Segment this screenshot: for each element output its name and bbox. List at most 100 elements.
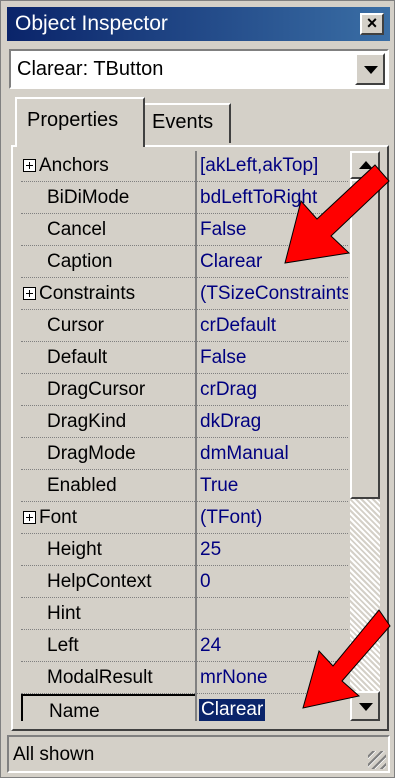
property-value: (TFont) [200,507,263,528]
property-name-cell[interactable]: Left [21,630,195,662]
status-text: All shown [13,744,95,765]
property-name: HelpContext [47,571,152,592]
plus-box-icon[interactable] [23,159,36,172]
property-row[interactable]: Left 24 [21,630,348,663]
property-name: DragKind [47,411,127,432]
property-value-cell[interactable]: True [197,470,348,502]
scroll-up-button[interactable] [350,151,380,179]
chevron-down-icon [364,66,378,74]
property-value: (TSizeConstraints) [200,283,348,304]
property-value-cell[interactable]: False [197,214,348,246]
property-name-cell[interactable]: Default [21,342,195,374]
property-value: mrNone [200,667,268,688]
property-name-cell[interactable]: Name [21,694,195,721]
property-name-cell[interactable]: BiDiMode [21,182,195,214]
property-value-cell[interactable]: dkDrag [197,406,348,438]
property-name: Name [49,701,100,721]
property-value-cell[interactable]: (TSizeConstraints) [197,278,348,310]
property-row[interactable]: DragCursor crDrag [21,374,348,407]
property-value-cell[interactable]: Clarear [197,246,348,278]
property-row[interactable]: Enabled True [21,470,348,503]
chevron-up-icon [359,161,373,169]
property-name: BiDiMode [47,187,130,208]
property-name: DragMode [47,443,136,464]
property-row[interactable]: HelpContext 0 [21,566,348,599]
chevron-down-icon [359,703,373,711]
title-bar[interactable]: Object Inspector × [7,7,390,41]
property-row[interactable]: ModalResult mrNone [21,662,348,695]
property-value: False [200,219,247,240]
property-name-cell[interactable]: Cancel [21,214,195,246]
property-row[interactable]: Cursor crDefault [21,310,348,343]
property-name-cell[interactable]: Hint [21,598,195,630]
name-value-dropdown-button[interactable] [350,691,380,721]
property-row[interactable]: Name Clarear [21,694,348,721]
property-name-cell[interactable]: HelpContext [21,566,195,598]
property-value-cell[interactable] [197,598,348,630]
plus-box-icon[interactable] [23,287,36,300]
property-value-editor[interactable]: Clarear [197,694,348,721]
property-name-cell[interactable]: Enabled [21,470,195,502]
component-selector-value: Clarear: TButton [17,58,164,80]
property-value: Clarear [200,251,263,272]
property-value-cell[interactable]: False [197,342,348,374]
property-name-cell[interactable]: Constraints [21,278,195,310]
property-name: DragCursor [47,379,146,400]
property-value-cell[interactable]: 0 [197,566,348,598]
property-value-cell[interactable]: dmManual [197,438,348,470]
property-value-cell[interactable]: (TFont) [197,502,348,534]
property-name: Cursor [47,315,105,336]
property-name-cell[interactable]: Font [21,502,195,534]
property-value-cell[interactable]: [akLeft,akTop] [197,151,348,182]
property-value: [akLeft,akTop] [200,155,319,176]
property-name: Default [47,347,108,368]
property-value-cell[interactable]: crDefault [197,310,348,342]
property-row[interactable]: DragKind dkDrag [21,406,348,439]
property-value-cell[interactable]: bdLeftToRight [197,182,348,214]
property-value: dkDrag [200,411,262,432]
property-row[interactable]: Anchors [akLeft,akTop] [21,151,348,183]
property-value-cell[interactable]: crDrag [197,374,348,406]
property-value: crDefault [200,315,277,336]
resize-grip-icon[interactable] [368,751,386,769]
property-name: Enabled [47,475,117,496]
property-name-cell[interactable]: DragKind [21,406,195,438]
property-row[interactable]: Default False [21,342,348,375]
scroll-thumb[interactable] [350,179,380,499]
plus-box-icon[interactable] [23,511,36,524]
property-name-cell[interactable]: ModalResult [21,662,195,694]
vertical-scrollbar[interactable] [350,151,380,721]
tab-events-label: Events [152,111,214,133]
property-name-cell[interactable]: Caption [21,246,195,278]
component-selector-dropdown-button[interactable] [355,53,385,85]
tab-events[interactable]: Events [145,103,231,143]
property-name-cell[interactable]: Cursor [21,310,195,342]
property-row[interactable]: DragMode dmManual [21,438,348,471]
property-name: Hint [47,603,81,624]
window-title: Object Inspector [15,12,168,35]
property-value-cell[interactable]: mrNone [197,662,348,694]
property-name-cell[interactable]: Anchors [21,151,195,182]
component-selector[interactable]: Clarear: TButton [9,49,389,89]
property-value-cell[interactable]: 25 [197,534,348,566]
property-name: Font [39,507,78,528]
property-row[interactable]: Cancel False [21,214,348,247]
property-row[interactable]: Height 25 [21,534,348,567]
property-value-cell[interactable]: 24 [197,630,348,662]
property-grid: Anchors [akLeft,akTop] BiDiMode bdLeftToRig… [21,151,348,721]
property-name: Cancel [47,219,107,240]
property-name-cell[interactable]: DragCursor [21,374,195,406]
property-name-cell[interactable]: Height [21,534,195,566]
close-icon: × [366,13,378,33]
property-name: Constraints [39,283,136,304]
property-value: True [200,475,239,496]
close-button[interactable]: × [360,13,384,35]
tab-properties[interactable]: Properties [15,97,145,147]
property-row[interactable]: Font (TFont) [21,502,348,535]
property-row[interactable]: BiDiMode bdLeftToRight [21,182,348,215]
property-name-cell[interactable]: DragMode [21,438,195,470]
property-row[interactable]: Hint [21,598,348,631]
property-value: dmManual [200,443,289,464]
property-row[interactable]: Constraints (TSizeConstraints) [21,278,348,311]
property-row[interactable]: Caption Clarear [21,246,348,279]
